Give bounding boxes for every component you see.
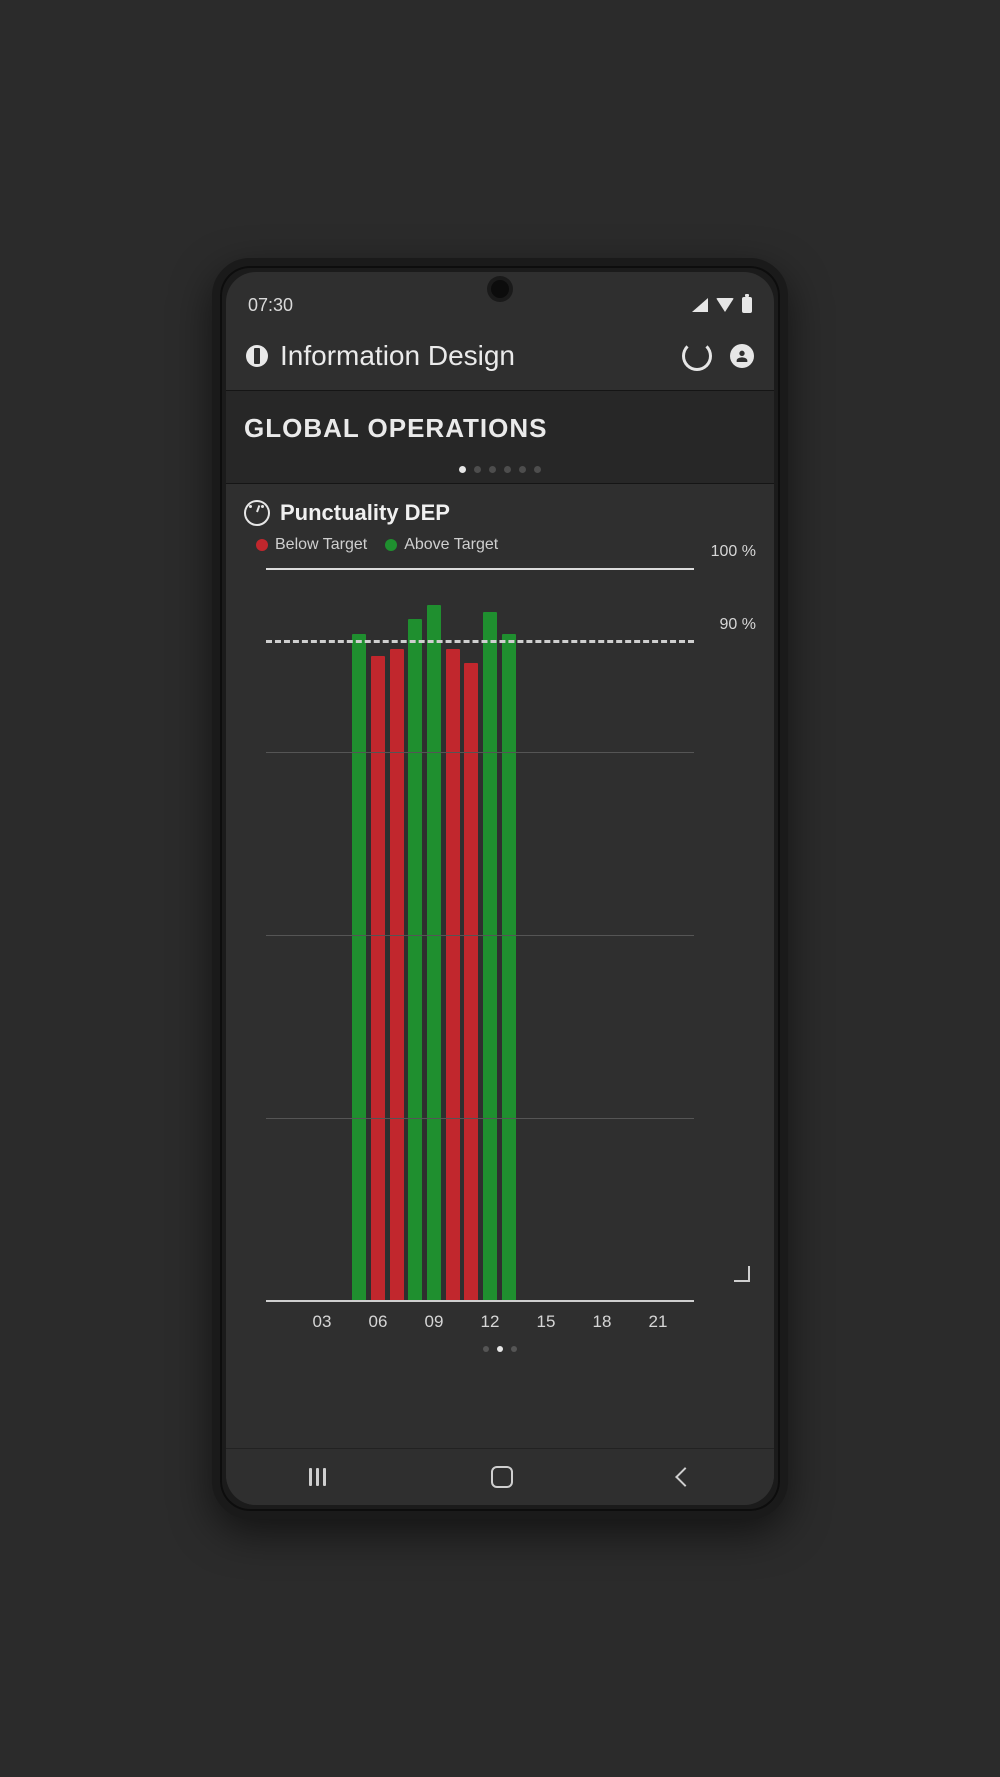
battery-icon [742, 297, 752, 313]
card-dot[interactable] [497, 1346, 503, 1352]
x-tick-label: 06 [369, 1312, 388, 1332]
back-button[interactable] [675, 1467, 695, 1487]
plot-area[interactable]: 100 %90 % [266, 570, 694, 1302]
chart-legend: Below Target Above Target [226, 530, 774, 562]
bar-pair[interactable] [408, 619, 422, 1300]
section-dot[interactable] [489, 466, 496, 473]
fullscreen-icon[interactable] [734, 1266, 750, 1282]
bar-pair[interactable] [483, 612, 497, 1300]
app-title: Information Design [280, 340, 515, 372]
profile-button[interactable] [730, 344, 754, 368]
card-header: Punctuality DEP [226, 484, 774, 530]
bar-pair[interactable] [390, 649, 404, 1300]
phone-frame: 07:30 Information Design [212, 258, 788, 1519]
bar-above[interactable] [483, 612, 497, 1300]
y-tick-label: 90 % [720, 616, 756, 634]
legend-above-label: Above Target [404, 536, 498, 554]
y-tick-label: 100 % [711, 543, 756, 561]
clock: 07:30 [248, 295, 293, 316]
bar-below[interactable] [390, 649, 404, 1300]
loading-spinner-icon [682, 341, 712, 371]
bar-above[interactable] [427, 605, 441, 1300]
bar-above[interactable] [352, 634, 366, 1300]
x-axis [266, 1300, 694, 1302]
legend-below-label: Below Target [275, 536, 367, 554]
user-icon [734, 348, 750, 364]
home-button[interactable] [491, 1466, 513, 1488]
card-dot[interactable] [483, 1346, 489, 1352]
x-tick-label: 15 [537, 1312, 556, 1332]
card-page-dots[interactable] [226, 1346, 774, 1352]
bar-below[interactable] [464, 663, 478, 1300]
card-dot[interactable] [511, 1346, 517, 1352]
signal-icon [692, 298, 708, 312]
legend-below: Below Target [256, 536, 367, 554]
section-page-dots[interactable] [244, 466, 756, 473]
bar-pair[interactable] [427, 605, 441, 1300]
app-bar: Information Design [226, 330, 774, 390]
status-right [692, 297, 752, 313]
x-tick-label: 18 [593, 1312, 612, 1332]
bar-pair[interactable] [352, 634, 366, 1300]
legend-above: Above Target [385, 536, 498, 554]
chart[interactable]: 100 %90 % 03 06 09 12 15 18 21 [236, 562, 764, 1342]
bar-above[interactable] [408, 619, 422, 1300]
section-dot[interactable] [504, 466, 511, 473]
android-nav-bar [226, 1448, 774, 1505]
bar-pair[interactable] [464, 663, 478, 1300]
front-camera [491, 280, 509, 298]
recents-button[interactable] [309, 1468, 326, 1486]
legend-below-icon [256, 539, 268, 551]
bar-pair[interactable] [446, 649, 460, 1300]
x-tick-label: 12 [481, 1312, 500, 1332]
x-tick-label: 03 [313, 1312, 332, 1332]
legend-above-icon [385, 539, 397, 551]
wifi-icon [716, 298, 734, 312]
section-dot[interactable] [459, 466, 466, 473]
bar-pair[interactable] [502, 634, 516, 1300]
brand-logo-icon[interactable] [246, 345, 268, 367]
section-dot[interactable] [519, 466, 526, 473]
section-title: GLOBAL OPERATIONS [244, 413, 756, 444]
screen: 07:30 Information Design [226, 272, 774, 1505]
x-ticks: 03 06 09 12 15 18 21 [266, 1312, 694, 1336]
gauge-icon [244, 500, 270, 526]
x-tick-label: 21 [649, 1312, 668, 1332]
bar-above[interactable] [502, 634, 516, 1300]
bar-below[interactable] [446, 649, 460, 1300]
section-header[interactable]: GLOBAL OPERATIONS [226, 390, 774, 484]
section-dot[interactable] [534, 466, 541, 473]
card-title: Punctuality DEP [280, 500, 450, 526]
section-dot[interactable] [474, 466, 481, 473]
x-tick-label: 09 [425, 1312, 444, 1332]
